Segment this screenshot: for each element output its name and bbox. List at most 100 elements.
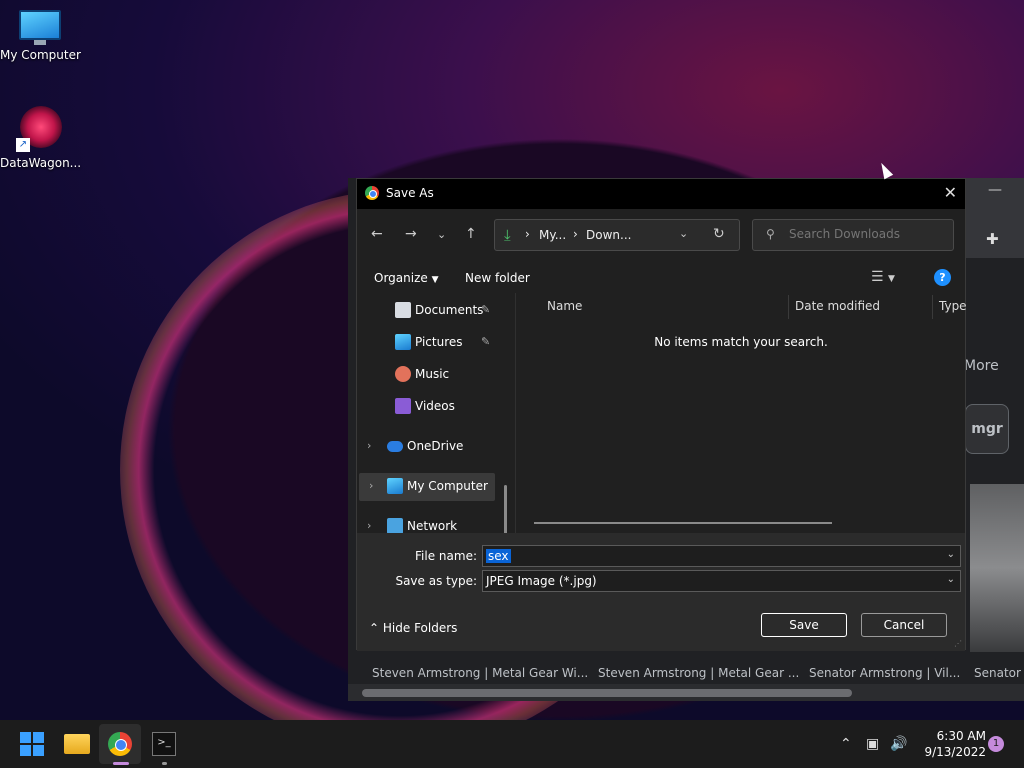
empty-message: No items match your search. [654, 335, 828, 349]
chevron-down-icon[interactable]: ⌄ [947, 549, 955, 560]
column-separator[interactable] [932, 295, 933, 319]
notification-badge[interactable]: 1 [988, 736, 1004, 752]
cloud-icon [387, 441, 403, 452]
save-as-type-value: JPEG Image (*.jpg) [486, 574, 597, 588]
navigation-pane-scrollbar[interactable] [504, 485, 507, 533]
navigation-pane: Documents ✎ Pictures ✎ Music Videos › On… [357, 293, 515, 533]
recent-locations-icon[interactable]: ⌄ [437, 228, 446, 241]
pictures-icon [395, 334, 411, 350]
music-icon [395, 366, 411, 382]
view-options-button[interactable]: ☰ ▼ [871, 269, 895, 285]
up-arrow-icon[interactable]: ↑ [465, 226, 477, 242]
nav-item-label: Music [415, 367, 450, 381]
back-arrow-icon[interactable]: ← [371, 226, 383, 242]
chevron-right-icon[interactable]: › [367, 519, 371, 532]
pin-icon: ✎ [481, 303, 491, 316]
image-caption[interactable]: Steven Armstrong | Metal Gear ... [598, 666, 809, 680]
search-box[interactable]: ⚲ [752, 219, 954, 251]
column-header-name[interactable]: Name [547, 299, 582, 313]
list-view-icon: ☰ [871, 269, 884, 285]
start-button[interactable] [20, 732, 46, 756]
resize-grip-icon[interactable]: ⋰ [954, 639, 962, 648]
taskbar: >_ ⌃ ▣ 🔊 6:30 AM 9/13/2022 1 [0, 720, 1024, 768]
clock-time: 6:30 AM [936, 729, 986, 743]
clock[interactable]: 6:30 AM 9/13/2022 [916, 728, 986, 760]
chevron-right-icon[interactable]: › [367, 439, 371, 452]
nav-item-music[interactable]: Music [357, 361, 507, 389]
desktop-icon-label: My Computer [0, 48, 81, 62]
address-bar[interactable]: ⤓ › My... › Down... ⌄ ↻ [494, 219, 740, 251]
help-icon[interactable]: ? [934, 269, 951, 286]
close-icon[interactable]: ✕ [944, 183, 957, 202]
desktop-icon-my-computer[interactable]: My Computer [0, 10, 81, 62]
breadcrumb-separator-icon: › [573, 227, 578, 241]
mouse-cursor-icon [876, 160, 894, 180]
forward-arrow-icon[interactable]: → [405, 226, 417, 242]
file-explorer-icon[interactable] [64, 734, 90, 754]
horizontal-scrollbar[interactable] [348, 684, 1024, 701]
network-icon [387, 518, 403, 533]
file-name-input[interactable]: sex ⌄ [482, 545, 961, 567]
chevron-down-icon[interactable]: ⌄ [947, 574, 955, 585]
column-separator[interactable] [788, 295, 789, 319]
cancel-button[interactable]: Cancel [861, 613, 947, 637]
nav-item-label: My Computer [407, 479, 488, 493]
chevron-up-icon[interactable]: ⌃ [840, 736, 852, 752]
image-caption[interactable]: Steven Armstrong | Metal Gear Wi... [372, 666, 598, 680]
nav-item-pictures[interactable]: Pictures ✎ [357, 329, 507, 357]
more-link[interactable]: More [964, 358, 999, 374]
image-caption[interactable]: Senator Armstrong | Vil... [809, 666, 974, 680]
chevron-down-icon: ▼ [431, 275, 439, 285]
save-button[interactable]: Save [761, 613, 847, 637]
organize-button[interactable]: Organize ▼ [374, 271, 439, 285]
save-as-type-select[interactable]: JPEG Image (*.jpg) ⌄ [482, 570, 961, 592]
extensions-icon[interactable]: ✚ [986, 230, 999, 248]
image-thumbnail[interactable] [970, 484, 1024, 652]
terminal-icon[interactable]: >_ [152, 732, 176, 756]
network-icon[interactable]: ▣ [866, 736, 879, 752]
save-as-type-label: Save as type: [395, 574, 477, 588]
breadcrumb-my-computer[interactable]: My... [539, 228, 566, 242]
save-options-panel: File name: sex ⌄ Save as type: JPEG Imag… [357, 533, 965, 651]
nav-item-label: OneDrive [407, 439, 464, 453]
dialog-titlebar: Save As ✕ [357, 179, 965, 209]
refresh-icon[interactable]: ↻ [713, 226, 725, 242]
shortcut-arrow-icon: ↗ [16, 138, 30, 152]
image-captions: Steven Armstrong | Metal Gear Wi... Stev… [372, 666, 1024, 680]
hide-folders-button[interactable]: ⌃ Hide Folders [369, 621, 457, 635]
file-name-label: File name: [415, 549, 477, 563]
breadcrumb-downloads[interactable]: Down... [586, 228, 631, 242]
image-caption[interactable]: Senator A [974, 666, 1024, 680]
breadcrumb-separator-icon: › [525, 227, 530, 241]
minimize-icon[interactable]: — [988, 182, 1002, 198]
nav-item-my-computer[interactable]: › My Computer [359, 473, 495, 501]
scrollbar-thumb[interactable] [362, 689, 852, 697]
nav-item-label: Pictures [415, 335, 463, 349]
volume-icon[interactable]: 🔊 [890, 736, 907, 752]
hide-folders-label: Hide Folders [382, 621, 458, 635]
chevron-down-icon[interactable]: ⌄ [679, 227, 688, 240]
column-header-type[interactable]: Type [939, 299, 967, 313]
chrome-icon[interactable] [108, 732, 132, 756]
chevron-right-icon[interactable]: › [369, 479, 373, 492]
desktop-icon-datawagon[interactable]: ↗ DataWagon... [0, 104, 82, 170]
column-header-date-modified[interactable]: Date modified [795, 299, 880, 313]
save-as-dialog: Save As ✕ ← → ⌄ ↑ ⤓ › My... › Down... ⌄ … [356, 178, 967, 651]
nav-item-network[interactable]: › Network [357, 513, 507, 533]
desktop-icon-label: DataWagon... [0, 156, 82, 170]
nav-item-documents[interactable]: Documents ✎ [357, 297, 507, 325]
nav-item-videos[interactable]: Videos [357, 393, 507, 421]
search-icon: ⚲ [766, 227, 775, 241]
pin-icon: ✎ [481, 335, 491, 348]
file-list-scrollbar[interactable] [534, 522, 832, 524]
dialog-title: Save As [386, 186, 434, 200]
search-input[interactable] [789, 227, 939, 241]
file-list: Name Date modified Type No items match y… [516, 293, 967, 533]
filter-chip[interactable]: mgr [965, 404, 1009, 454]
organize-label: Organize [374, 271, 428, 285]
new-folder-button[interactable]: New folder [465, 271, 530, 285]
download-icon: ⤓ [504, 226, 511, 244]
nav-item-label: Network [407, 519, 458, 533]
chevron-up-icon: ⌃ [369, 621, 380, 635]
nav-item-onedrive[interactable]: › OneDrive [357, 433, 507, 461]
